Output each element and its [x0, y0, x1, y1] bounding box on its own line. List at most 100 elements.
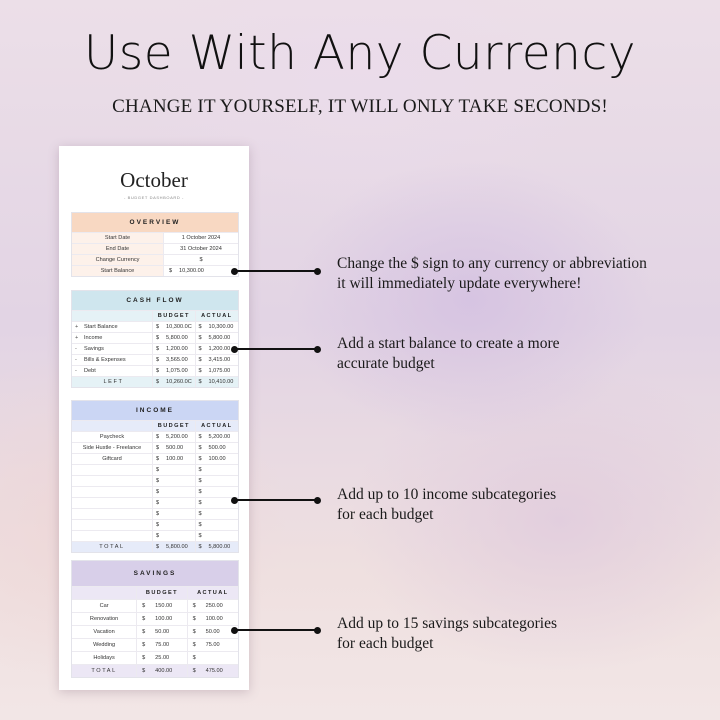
budget-cell-value: 50.00 — [155, 629, 170, 635]
budget-cell[interactable]: $100.00 — [153, 454, 196, 464]
total-actual-value: 475.00 — [205, 668, 223, 674]
row-label[interactable] — [72, 465, 153, 475]
total-actual-cell: $475.00 — [188, 665, 238, 677]
budget-cell-value: 500.00 — [165, 445, 184, 451]
connector-line — [234, 348, 318, 350]
actual-cell[interactable]: $10,300.00 — [196, 322, 238, 332]
budget-cell[interactable]: $ — [153, 465, 196, 475]
total-actual-value: 10,410.00 — [208, 379, 234, 385]
currency-symbol: $ — [192, 642, 196, 648]
budget-cell[interactable]: $100.00 — [137, 613, 188, 625]
currency-symbol: $ — [198, 368, 202, 374]
row-label-cell: - Debt — [72, 366, 153, 376]
sign-marker: - — [75, 368, 77, 374]
actual-cell[interactable]: $75.00 — [188, 639, 238, 651]
budget-cell[interactable]: $1,200.00 — [153, 344, 196, 354]
actual-cell[interactable]: $ — [196, 476, 239, 486]
headline: Use With Any Currency — [83, 26, 637, 81]
actual-cell-value: 250.00 — [205, 603, 223, 609]
actual-cell[interactable]: $500.00 — [196, 443, 239, 453]
budget-cell[interactable]: $ — [153, 531, 196, 541]
row-label[interactable]: Giftcard — [72, 454, 153, 464]
budget-cell-value: 150.00 — [155, 603, 173, 609]
currency-symbol: $ — [198, 324, 202, 330]
actual-cell[interactable]: $ — [196, 487, 239, 497]
actual-cell[interactable]: $100.00 — [188, 613, 238, 625]
budget-cell[interactable]: $50.00 — [137, 626, 188, 638]
row-label[interactable] — [72, 509, 153, 519]
actual-cell[interactable]: $1,075.00 — [196, 366, 238, 376]
currency-symbol: $ — [198, 500, 202, 506]
row-label[interactable] — [72, 476, 153, 486]
row-label[interactable]: Car — [72, 600, 138, 612]
budget-cell[interactable]: $10,300.0C — [153, 322, 196, 332]
total-budget-cell: $5,800.00 — [153, 542, 196, 552]
actual-cell[interactable]: $5,200.00 — [196, 432, 239, 442]
budget-cell[interactable]: $1,075.00 — [153, 366, 196, 376]
budget-column-header: BUDGET — [153, 311, 196, 321]
start-date-cell[interactable]: 1 October 2024 — [164, 233, 238, 243]
budget-cell[interactable]: $ — [153, 476, 196, 486]
total-budget-value: 5,800.00 — [165, 544, 188, 550]
table-row: $ $ — [72, 475, 238, 486]
row-label[interactable] — [72, 531, 153, 541]
budget-cell[interactable]: $500.00 — [153, 443, 196, 453]
actual-cell-value: 100.00 — [208, 456, 226, 462]
actual-cell[interactable]: $3,415.00 — [196, 355, 238, 365]
row-label[interactable]: Renovation — [72, 613, 138, 625]
annotation-currency: Change the $ sign to any currency or abb… — [337, 254, 647, 294]
budget-cell[interactable]: $ — [153, 498, 196, 508]
budget-cell[interactable]: $ — [153, 509, 196, 519]
blank-cell — [72, 311, 154, 321]
currency-symbol: $ — [142, 616, 146, 622]
actual-cell[interactable]: $ — [188, 652, 238, 664]
row-label[interactable] — [72, 487, 153, 497]
budget-cell[interactable]: $25.00 — [137, 652, 188, 664]
currency-symbol: $ — [198, 357, 202, 363]
budget-cell[interactable]: $5,800.00 — [153, 333, 196, 343]
table-row: $ $ — [72, 497, 238, 508]
budget-cell-value: 3,565.00 — [166, 357, 188, 363]
budget-cell-value: 100.00 — [165, 456, 184, 462]
actual-cell-value: 10,300.00 — [208, 324, 234, 330]
budget-cell[interactable]: $150.00 — [137, 600, 188, 612]
budget-cell[interactable]: $75.00 — [137, 639, 188, 651]
actual-cell[interactable]: $5,800.00 — [196, 333, 238, 343]
currency-symbol: $ — [155, 500, 160, 506]
currency-symbol: $ — [198, 379, 202, 385]
row-label[interactable]: Side Hustle - Freelance — [72, 443, 153, 453]
start-balance-cell[interactable]: $ 10,300.00 — [164, 266, 238, 276]
actual-cell[interactable]: $250.00 — [188, 600, 238, 612]
budget-cell[interactable]: $3,565.00 — [153, 355, 196, 365]
row-label: Start Balance — [84, 324, 118, 330]
actual-cell[interactable]: $ — [196, 465, 239, 475]
row-label[interactable] — [72, 520, 153, 530]
row-label[interactable]: Wedding — [72, 639, 138, 651]
start-balance-value: 10,300.00 — [179, 268, 204, 274]
currency-symbol: $ — [198, 346, 202, 352]
budget-cell[interactable]: $ — [153, 487, 196, 497]
currency-symbol: $ — [198, 467, 202, 473]
currency-symbol: $ — [156, 368, 160, 374]
table-row: - Savings $1,200.00 $1,200.00 — [72, 343, 238, 354]
currency-cell[interactable]: $ — [164, 255, 238, 265]
row-label-cell: + Start Balance — [72, 322, 153, 332]
end-date-cell[interactable]: 31 October 2024 — [164, 244, 238, 254]
actual-cell[interactable]: $ — [196, 531, 239, 541]
budget-cell[interactable]: $ — [153, 520, 196, 530]
row-label-cell: - Savings — [72, 344, 153, 354]
budget-cell[interactable]: $5,200.00 — [153, 432, 196, 442]
budget-cell-value: 25.00 — [155, 655, 170, 661]
actual-cell[interactable]: $ — [196, 520, 239, 530]
actual-cell[interactable]: $100.00 — [196, 454, 239, 464]
income-table: INCOME BUDGET ACTUAL Paycheck $5,200.00 $5… — [71, 400, 239, 553]
currency-symbol: $ — [198, 478, 202, 484]
currency-symbol: $ — [155, 478, 160, 484]
row-label[interactable]: Holidays — [72, 652, 138, 664]
actual-cell[interactable]: $ — [196, 509, 239, 519]
budget-cell-value: 100.00 — [155, 616, 173, 622]
row-label[interactable]: Vacation — [72, 626, 138, 638]
row-label[interactable] — [72, 498, 153, 508]
row-label[interactable]: Paycheck — [72, 432, 153, 442]
budget-cell-value: 5,200.00 — [165, 434, 188, 440]
